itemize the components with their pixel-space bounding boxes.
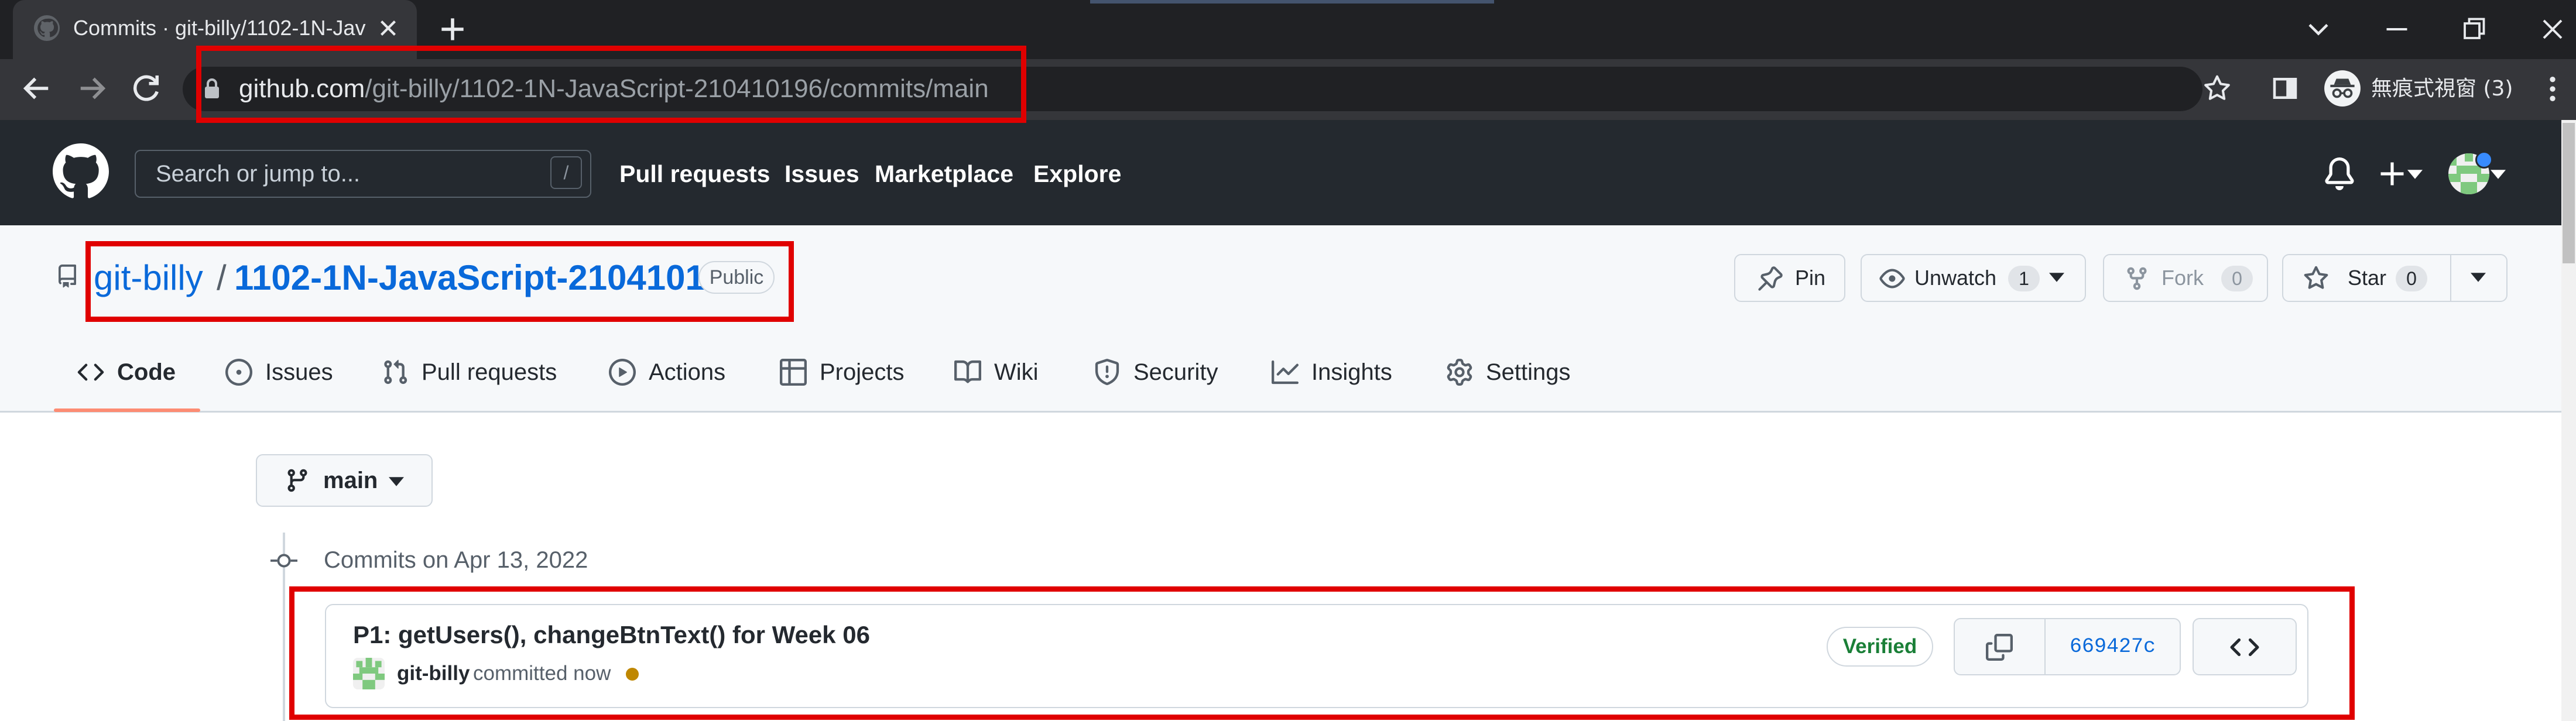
pin-icon: [1758, 266, 1783, 291]
window-restore-icon[interactable]: [2456, 12, 2491, 47]
pin-label: Pin: [1795, 266, 1826, 290]
tab-issues-label: Issues: [265, 359, 333, 385]
tab-wiki-label: Wiki: [994, 359, 1039, 385]
book-icon: [954, 359, 981, 386]
git-pull-request-icon: [382, 359, 409, 386]
shield-icon: [1094, 359, 1121, 386]
branch-name: main: [323, 468, 378, 493]
tab-code[interactable]: Code: [77, 351, 176, 393]
nav-explore[interactable]: Explore: [1033, 157, 1121, 191]
repo-icon: [56, 262, 79, 290]
tab-actions-label: Actions: [649, 359, 726, 385]
incognito-icon[interactable]: [2323, 69, 2362, 108]
tab-projects[interactable]: Projects: [780, 351, 905, 393]
issue-opened-icon: [225, 359, 252, 386]
branch-caret-icon: [389, 477, 404, 486]
status-dot-icon: [2475, 151, 2493, 169]
star-icon: [2303, 266, 2329, 291]
git-branch-icon: [285, 467, 310, 494]
tab-code-label: Code: [117, 359, 176, 385]
back-arrow-icon[interactable]: [18, 69, 56, 108]
fork-label: Fork: [2161, 266, 2204, 290]
watch-count: 1: [2008, 266, 2040, 291]
tab-security[interactable]: Security: [1094, 351, 1218, 393]
star-button[interactable]: Star 0: [2282, 254, 2508, 302]
nav-issues[interactable]: Issues: [785, 157, 859, 191]
play-icon: [609, 359, 636, 386]
create-caret-icon[interactable]: [2407, 170, 2423, 179]
tab-pull-requests[interactable]: Pull requests: [382, 351, 557, 393]
tab-pull-requests-label: Pull requests: [422, 359, 557, 385]
watch-caret-icon: [2049, 273, 2064, 282]
eye-icon: [1879, 266, 1905, 291]
fork-button[interactable]: Fork 0: [2103, 254, 2268, 302]
side-panel-icon[interactable]: [2269, 73, 2301, 104]
active-tab-underline: [54, 408, 200, 412]
incognito-label: 無痕式視窗 (3): [2371, 77, 2513, 101]
unwatch-label: Unwatch: [1914, 266, 1997, 290]
tab-close-icon[interactable]: [375, 15, 402, 42]
search-placeholder: Search or jump to...: [156, 161, 361, 187]
browser-menu-dots-icon[interactable]: [2541, 73, 2564, 105]
commits-date-heading: Commits on Apr 13, 2022: [324, 547, 588, 573]
star-divider: [2450, 255, 2451, 301]
unwatch-button[interactable]: Unwatch 1: [1861, 254, 2086, 302]
bookmark-star-icon[interactable]: [2201, 73, 2233, 104]
nav-marketplace[interactable]: Marketplace: [875, 157, 1013, 191]
fork-count: 0: [2221, 266, 2253, 291]
table-icon: [780, 359, 807, 386]
tab-security-label: Security: [1133, 359, 1218, 385]
create-new-plus-icon[interactable]: [2377, 157, 2407, 191]
tab-settings-label: Settings: [1486, 359, 1571, 385]
tab-search-chevron-icon[interactable]: [2301, 12, 2336, 47]
reload-icon[interactable]: [126, 69, 165, 108]
tab-insights[interactable]: Insights: [1272, 351, 1392, 393]
github-logo-icon[interactable]: [53, 143, 109, 200]
browser-tab-title: Commits · git-billy/1102-1N-JavaScript-2…: [73, 16, 366, 40]
new-tab-plus-icon[interactable]: [436, 13, 469, 46]
fork-icon: [2124, 266, 2150, 291]
star-count: 0: [2396, 266, 2427, 291]
url-highlight-box: [196, 46, 1026, 123]
tab-settings[interactable]: Settings: [1446, 351, 1571, 393]
tab-projects-label: Projects: [820, 359, 905, 385]
commit-highlight-box: [289, 586, 2355, 720]
user-menu-caret-icon[interactable]: [2491, 170, 2506, 179]
tab-issues[interactable]: Issues: [225, 351, 333, 393]
search-shortcut-key: /: [550, 156, 582, 189]
graph-icon: [1272, 359, 1299, 386]
repo-title-highlight-box: [85, 241, 794, 322]
pin-button[interactable]: Pin: [1734, 254, 1845, 302]
notifications-bell-icon[interactable]: [2323, 157, 2356, 191]
star-label: Star: [2348, 266, 2387, 290]
tab-insights-label: Insights: [1311, 359, 1392, 385]
gear-icon: [1446, 359, 1473, 386]
code-icon: [77, 359, 104, 386]
tabstrip-accent: [1090, 0, 1494, 4]
tab-wiki[interactable]: Wiki: [954, 351, 1039, 393]
forward-arrow-icon[interactable]: [73, 69, 111, 108]
github-favicon-icon: [34, 15, 60, 41]
star-list-caret-icon[interactable]: [2471, 273, 2486, 282]
page-scrollbar-thumb[interactable]: [2563, 123, 2575, 263]
tab-actions[interactable]: Actions: [609, 351, 725, 393]
nav-pull-requests[interactable]: Pull requests: [619, 157, 770, 191]
window-minimize-icon[interactable]: [2379, 12, 2414, 47]
window-close-icon[interactable]: [2535, 12, 2570, 47]
git-commit-node-icon: [270, 550, 297, 571]
